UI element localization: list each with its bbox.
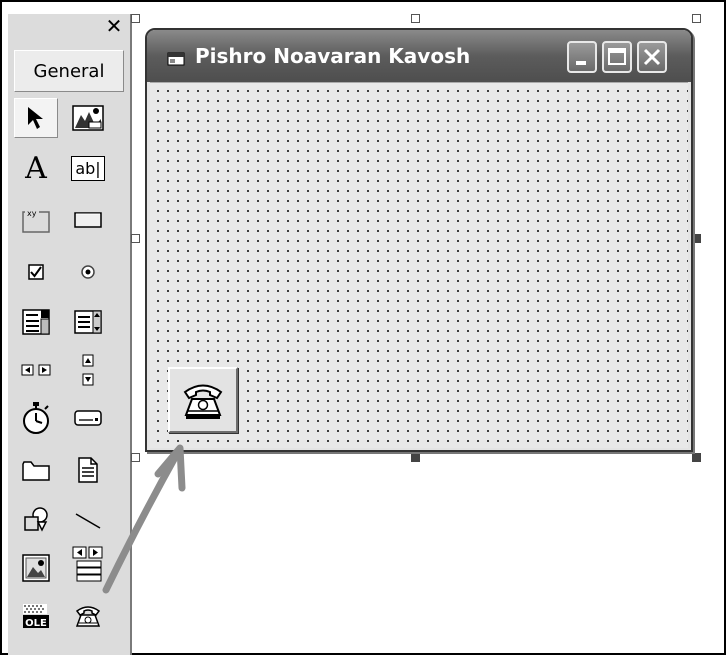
annotation-arrow	[102, 444, 186, 594]
